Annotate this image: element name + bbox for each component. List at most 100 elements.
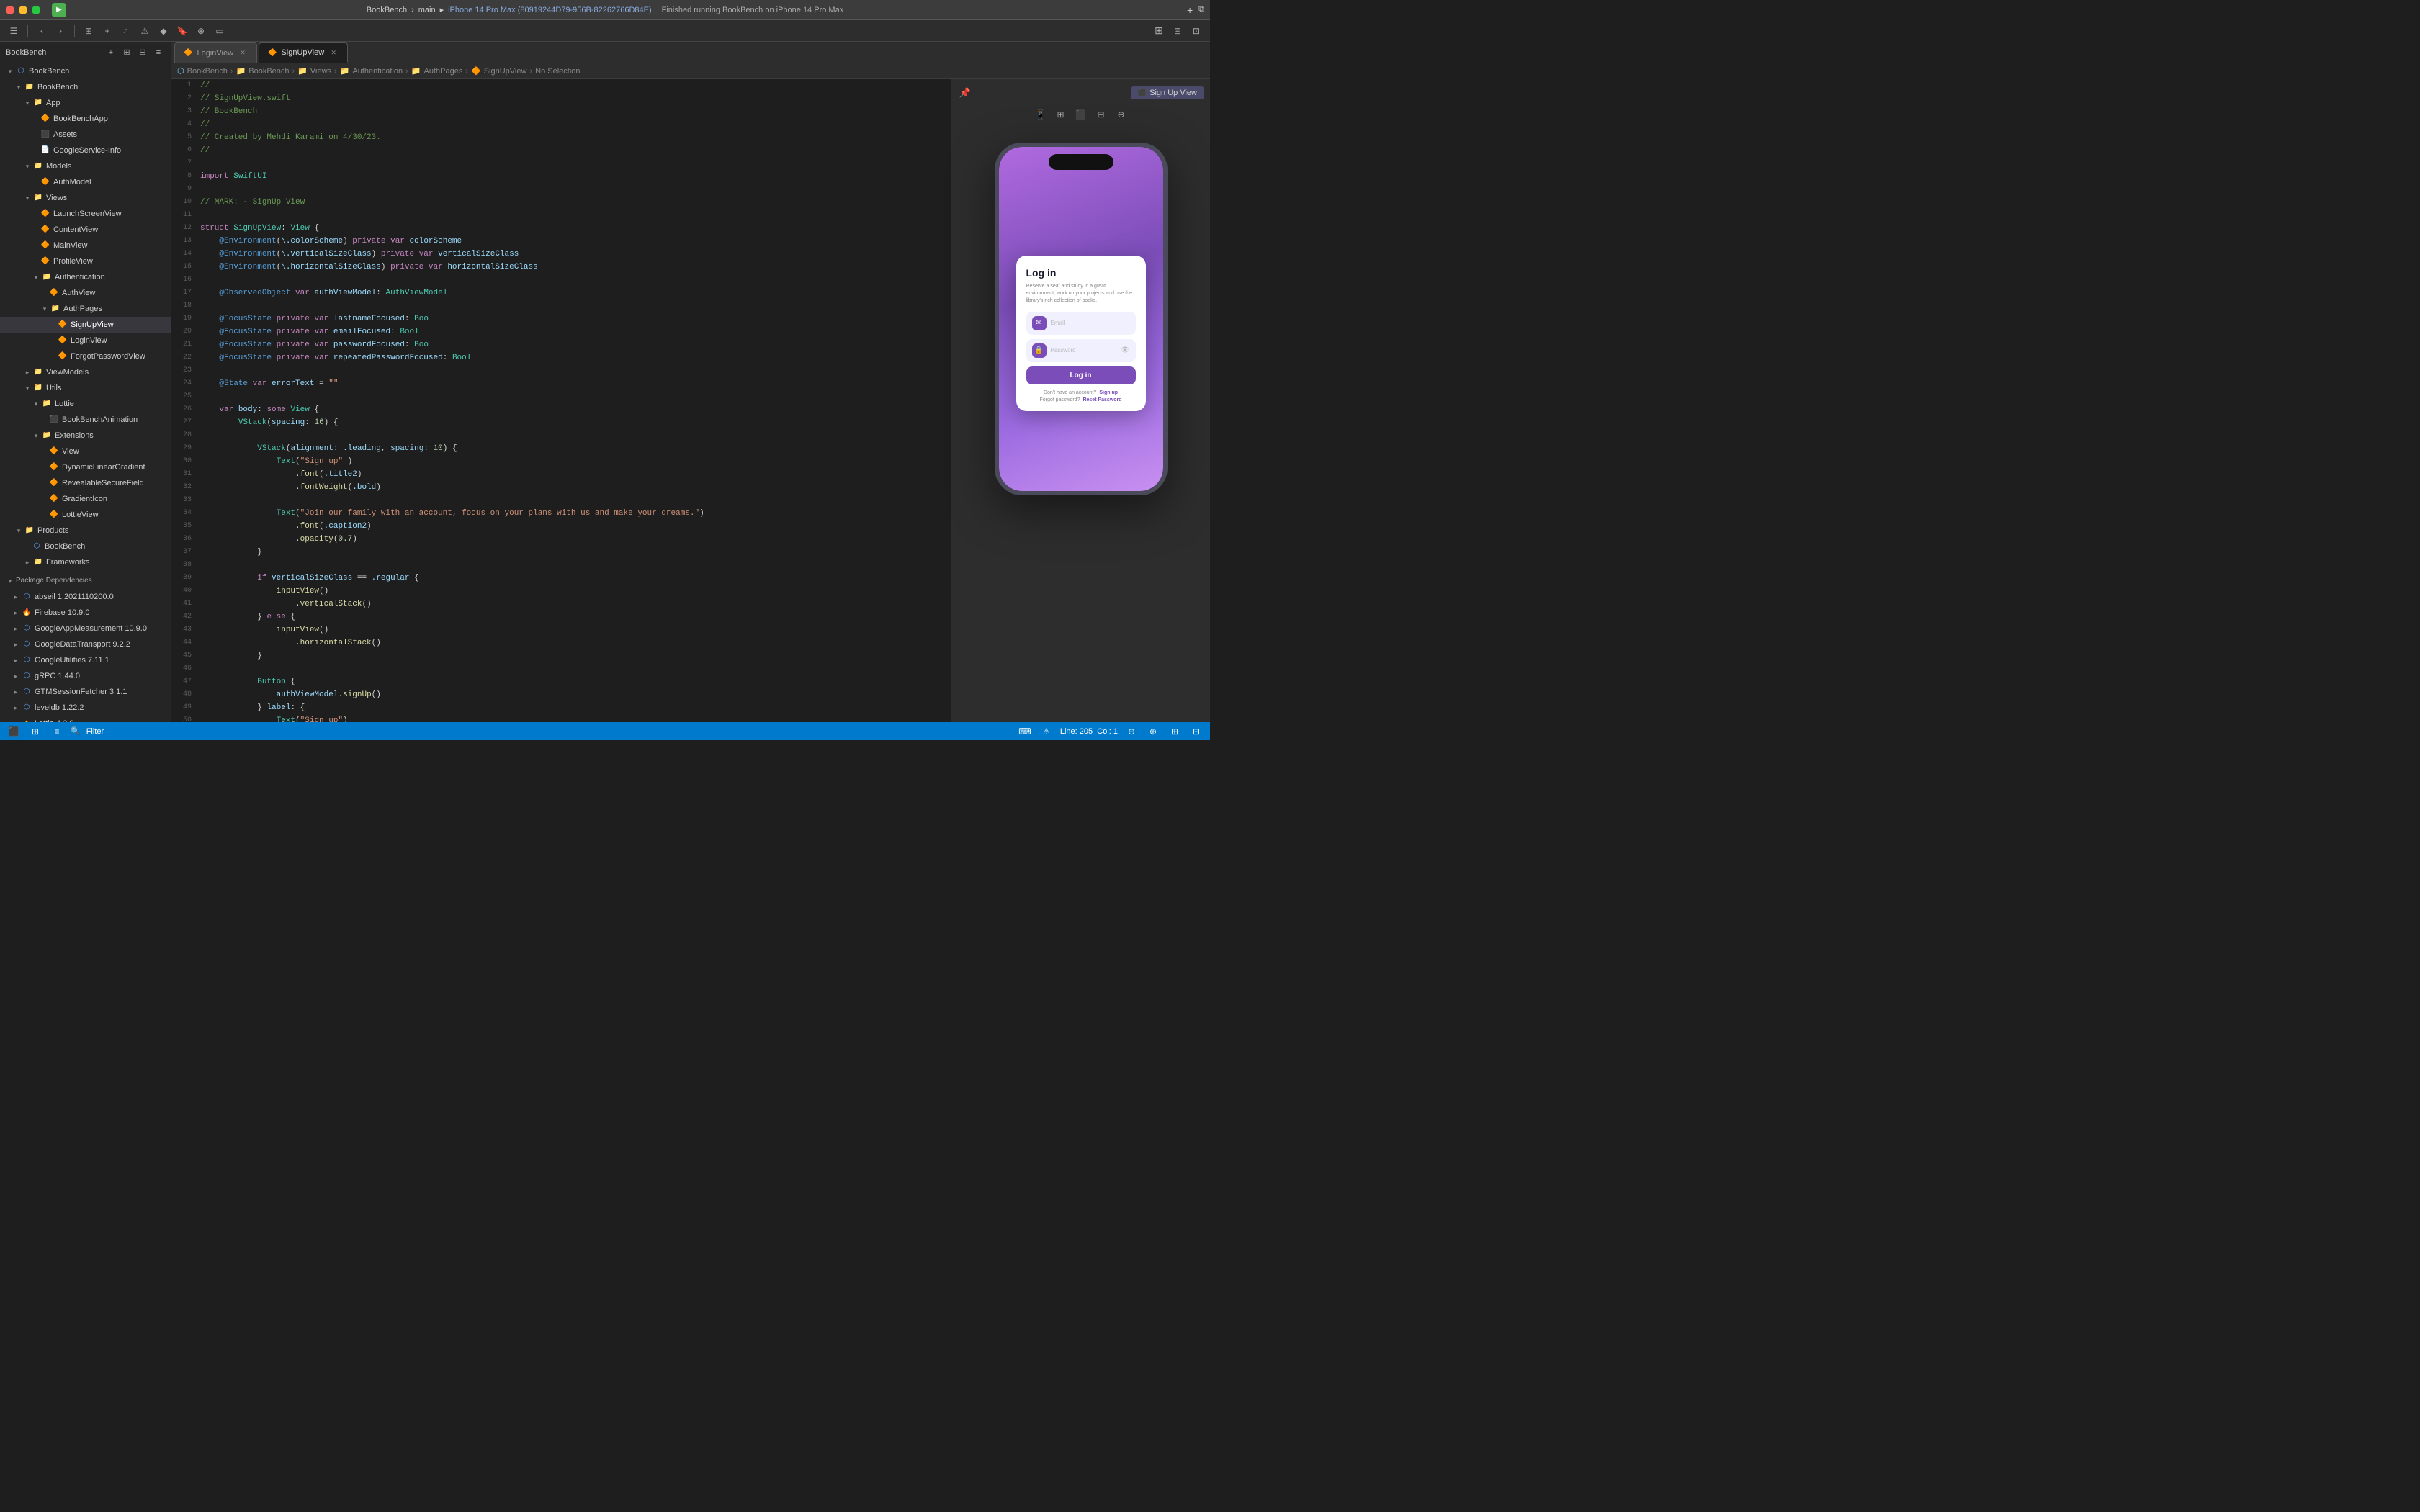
- status-bar-keyboard-button[interactable]: ⌨: [1017, 724, 1033, 739]
- sidebar-item[interactable]: ▸ 🔥 Firebase 10.9.0: [0, 605, 171, 621]
- tab-signupview[interactable]: 🔶 SignUpView ✕: [259, 42, 348, 63]
- tab-loginview[interactable]: 🔶 LoginView ✕: [174, 42, 257, 63]
- sidebar-item-forgotpassword[interactable]: 🔶 ForgotPasswordView: [0, 348, 171, 364]
- reset-password-link[interactable]: Reset Password: [1083, 397, 1121, 402]
- sidebar-item[interactable]: ▾ ⬡ BookBench: [0, 63, 171, 79]
- sidebar-item[interactable]: ▾ 📁 App: [0, 95, 171, 111]
- tab-close-button[interactable]: ✕: [238, 48, 248, 58]
- sidebar-item[interactable]: ⬛ Assets: [0, 127, 171, 143]
- sidebar-item[interactable]: 🔶 AuthModel: [0, 174, 171, 190]
- status-bar-button-3[interactable]: ≡: [49, 724, 65, 739]
- sidebar-item[interactable]: ▾ 📁 Models: [0, 158, 171, 174]
- sidebar-item[interactable]: 🔶 AuthView: [0, 285, 171, 301]
- code-editor[interactable]: 1 // 2 // SignUpView.swift 3 // BookBenc…: [171, 79, 951, 722]
- zoom-out-button[interactable]: ⊖: [1124, 724, 1139, 739]
- preview-compare-button[interactable]: ⊟: [1093, 107, 1109, 122]
- tab-close-button[interactable]: ✕: [328, 48, 339, 58]
- breadcrumb-item[interactable]: 📁: [340, 66, 350, 76]
- back-button[interactable]: ‹: [34, 23, 50, 39]
- sidebar-item[interactable]: ▸ ⬡ GoogleAppMeasurement 10.9.0: [0, 621, 171, 636]
- sidebar-item-extensions[interactable]: ▾ 📁 Extensions: [0, 428, 171, 444]
- sidebar-item[interactable]: 🔶 View: [0, 444, 171, 459]
- breadcrumb-item[interactable]: AuthPages: [424, 67, 463, 76]
- rect-button[interactable]: ▭: [212, 23, 228, 39]
- sidebar-item[interactable]: ▸ ⬡ GTMSessionFetcher 3.1.1: [0, 684, 171, 700]
- sidebar-item[interactable]: 🔶 DynamicLinearGradient: [0, 459, 171, 475]
- sidebar-item[interactable]: ▾ 📁 BookBench: [0, 79, 171, 95]
- add-tab-button[interactable]: +: [1187, 4, 1193, 16]
- signup-link[interactable]: Sign up: [1099, 390, 1118, 395]
- breadcrumb-item[interactable]: SignUpView: [484, 67, 527, 76]
- sidebar-item-products[interactable]: ▾ 📁 Products: [0, 523, 171, 539]
- breadcrumb-item[interactable]: 📁: [236, 66, 246, 76]
- sidebar-item[interactable]: 🔶 MainView: [0, 238, 171, 253]
- sidebar-add-button[interactable]: +: [104, 46, 117, 59]
- sidebar-item-signupview[interactable]: 🔶 SignUpView: [0, 317, 171, 333]
- status-bar-button-2[interactable]: ⊞: [27, 724, 43, 739]
- breadcrumb-item[interactable]: 📁: [297, 66, 308, 76]
- sidebar-item-authentication[interactable]: ▾ 📁 Authentication: [0, 269, 171, 285]
- sidebar-item[interactable]: 🔶 LottieView: [0, 507, 171, 523]
- breadcrumb-item[interactable]: 📁: [411, 66, 421, 76]
- sidebar-item-viewmodels[interactable]: ▸ 📁 ViewModels: [0, 364, 171, 380]
- sidebar-item[interactable]: 🔶 ContentView: [0, 222, 171, 238]
- breadcrumb-item[interactable]: Authentication: [352, 67, 403, 76]
- add-button[interactable]: +: [99, 23, 115, 39]
- breadcrumb-item[interactable]: BookBench: [187, 67, 228, 76]
- preview-orientation-button[interactable]: ⊞: [1053, 107, 1069, 122]
- sidebar-item[interactable]: ▸ ⬡ GoogleDataTransport 9.2.2: [0, 636, 171, 652]
- sidebar-item[interactable]: ⬡ BookBench: [0, 539, 171, 554]
- link-button[interactable]: ⊕: [193, 23, 209, 39]
- breadcrumb-item[interactable]: ⬡: [177, 66, 184, 76]
- search-button[interactable]: ⌕: [118, 23, 134, 39]
- run-button[interactable]: ▶: [52, 3, 66, 17]
- sidebar-item[interactable]: ▸ ⬡ GoogleUtilities 7.11.1: [0, 652, 171, 668]
- preview-pin-button[interactable]: 📌: [957, 85, 973, 101]
- sidebar-item-animation[interactable]: ⬛ BookBenchAnimation: [0, 412, 171, 428]
- inspector-toggle[interactable]: ⊡: [1188, 23, 1204, 39]
- sidebar-more-button[interactable]: ≡: [152, 46, 165, 59]
- breadcrumb-item[interactable]: BookBench: [248, 67, 289, 76]
- sidebar-filter-button[interactable]: ⊟: [136, 46, 149, 59]
- sidebar-item[interactable]: 🔶 ProfileView: [0, 253, 171, 269]
- breadcrumb-item[interactable]: 🔶: [471, 66, 481, 76]
- sidebar-item[interactable]: 📄 GoogleService-Info: [0, 143, 171, 158]
- zoom-in-button[interactable]: ⊕: [1145, 724, 1161, 739]
- sidebar-item-utils[interactable]: ▾ 📁 Utils: [0, 380, 171, 396]
- sidebar-item-frameworks[interactable]: ▸ 📁 Frameworks: [0, 554, 171, 570]
- preview-zoom-button[interactable]: ⊕: [1113, 107, 1129, 122]
- close-window-button[interactable]: [6, 6, 14, 14]
- sidebar-item[interactable]: ▸ ✦ Lottie 4.2.0: [0, 716, 171, 722]
- tile-windows-button[interactable]: ⧉: [1198, 5, 1204, 14]
- status-bar-button-1[interactable]: ⬛: [6, 724, 22, 739]
- sidebar-item-authpages[interactable]: ▾ 📁 AuthPages: [0, 301, 171, 317]
- sidebar-item[interactable]: ▸ ⬡ abseil 1.2021110200.0: [0, 589, 171, 605]
- sidebar-item[interactable]: 🔶 RevealableSecureField: [0, 475, 171, 491]
- layout-toggle-1[interactable]: ⊞: [1151, 23, 1167, 39]
- sidebar-item[interactable]: 🔶 GradientIcon: [0, 491, 171, 507]
- sidebar-toggle-button[interactable]: ☰: [6, 23, 22, 39]
- bookmark-button[interactable]: 🔖: [174, 23, 190, 39]
- preview-color-button[interactable]: ⬛: [1073, 107, 1089, 122]
- status-bar-warning-button[interactable]: ⚠: [1039, 724, 1054, 739]
- sidebar-item-loginview[interactable]: 🔶 LoginView: [0, 333, 171, 348]
- navigator-toggle[interactable]: ⊞: [81, 23, 97, 39]
- sidebar-item[interactable]: 🔶 LaunchScreenView: [0, 206, 171, 222]
- sidebar-item-lottie-folder[interactable]: ▾ 📁 Lottie: [0, 396, 171, 412]
- sidebar-item[interactable]: 🔶 BookBenchApp: [0, 111, 171, 127]
- breadcrumb-item[interactable]: Views: [310, 67, 331, 76]
- maximize-window-button[interactable]: [32, 6, 40, 14]
- login-button[interactable]: Log in: [1026, 366, 1136, 384]
- preview-device-button[interactable]: 📱: [1033, 107, 1049, 122]
- sidebar-sort-button[interactable]: ⊞: [120, 46, 133, 59]
- minimize-window-button[interactable]: [19, 6, 27, 14]
- breakpoint-button[interactable]: ◆: [156, 23, 171, 39]
- forward-button[interactable]: ›: [53, 23, 68, 39]
- warning-button[interactable]: ⚠: [137, 23, 153, 39]
- sidebar-item[interactable]: ▾ 📁 Views: [0, 190, 171, 206]
- layout-toggle-2[interactable]: ⊟: [1170, 23, 1186, 39]
- zoom-fit-button[interactable]: ⊞: [1167, 724, 1183, 739]
- sidebar-item[interactable]: ▸ ⬡ gRPC 1.44.0: [0, 668, 171, 684]
- sidebar-item[interactable]: ▸ ⬡ leveldb 1.22.2: [0, 700, 171, 716]
- zoom-reset-button[interactable]: ⊟: [1188, 724, 1204, 739]
